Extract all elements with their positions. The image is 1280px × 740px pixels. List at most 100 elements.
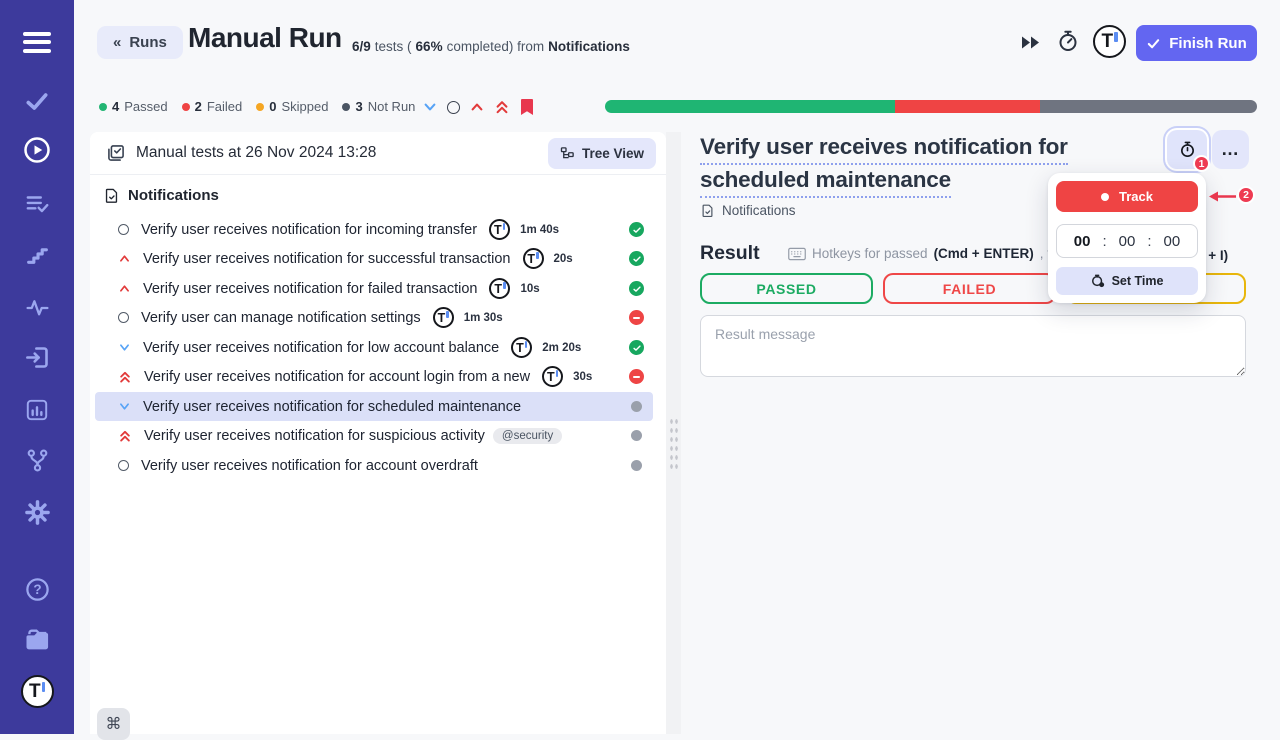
run-title: Manual tests at 26 Nov 2024 13:28 <box>136 144 376 162</box>
run-checklist-icon <box>106 143 126 163</box>
tree-icon <box>560 146 575 161</box>
test-row[interactable]: Verify user receives notification for ac… <box>95 451 653 480</box>
test-title: Verify user receives notification for fa… <box>143 281 477 297</box>
chevrons-up-icon[interactable] <box>494 99 510 115</box>
priority-low-icon <box>118 400 131 413</box>
testomat-icon <box>489 219 510 240</box>
test-title: Verify user receives notification for lo… <box>143 340 499 356</box>
folder-icon[interactable] <box>0 626 74 654</box>
test-title: Verify user receives notification for su… <box>143 251 511 267</box>
priority-low-icon <box>118 341 131 354</box>
skipped-dot <box>256 103 264 111</box>
status-notrun-icon <box>631 430 642 441</box>
run-progress-bar <box>605 100 1257 113</box>
status-passed-icon <box>629 340 644 355</box>
breadcrumb[interactable]: Notifications <box>700 203 796 218</box>
priority-filter-icons <box>422 98 535 116</box>
keyboard-icon <box>788 247 806 261</box>
status-failed-icon <box>629 310 644 325</box>
timer-popup: Track 00 : 00 : 00 Set Time <box>1048 173 1206 303</box>
status-passed-icon <box>629 222 644 237</box>
set-time-button[interactable]: Set Time <box>1056 267 1198 295</box>
test-row[interactable]: Verify user receives notification for fa… <box>95 274 653 303</box>
menu-icon[interactable] <box>0 27 74 57</box>
sign-in-icon[interactable] <box>0 344 74 371</box>
passed-dot <box>99 103 107 111</box>
seconds-value[interactable]: 00 <box>1164 233 1181 250</box>
progress-failed-segment <box>895 100 1040 113</box>
steps-icon[interactable] <box>0 243 74 268</box>
hours-value[interactable]: 00 <box>1074 233 1091 250</box>
annotation-arrow-icon <box>1208 190 1238 203</box>
stopwatch-icon[interactable] <box>1056 29 1080 53</box>
testomat-logo[interactable] <box>0 675 74 708</box>
result-message-input[interactable] <box>700 315 1246 377</box>
git-branch-icon[interactable] <box>0 447 74 474</box>
test-title: Verify user can manage notification sett… <box>141 310 421 326</box>
bar-chart-icon[interactable] <box>0 397 74 423</box>
stat-passed: 4Passed <box>99 99 168 114</box>
run-summary: 6/9 tests ( 66% completed) from Notifica… <box>352 39 630 54</box>
fast-forward-icon[interactable] <box>1021 36 1041 49</box>
test-row[interactable]: Verify user receives notification for su… <box>95 244 653 273</box>
activity-icon[interactable] <box>0 295 74 320</box>
record-dot-icon <box>1101 193 1109 201</box>
bookmark-icon[interactable] <box>519 98 535 116</box>
help-icon[interactable]: ? <box>0 576 74 603</box>
status-failed-icon <box>629 369 644 384</box>
testomat-logo[interactable] <box>1093 25 1126 58</box>
testomat-icon <box>542 366 563 387</box>
chevron-up-icon[interactable] <box>469 99 485 115</box>
testomat-icon <box>523 248 544 269</box>
result-heading: Result <box>700 242 760 265</box>
test-row-selected[interactable]: Verify user receives notification for sc… <box>95 392 653 421</box>
priority-critical-icon <box>118 429 132 443</box>
more-options-button[interactable]: … <box>1212 130 1249 169</box>
testomat-icon <box>433 307 454 328</box>
tree-view-button[interactable]: Tree View <box>548 138 656 169</box>
status-notrun-icon <box>631 460 642 471</box>
check-icon[interactable] <box>0 88 74 114</box>
gear-icon[interactable] <box>0 499 74 526</box>
suite-header[interactable]: Notifications <box>103 187 219 204</box>
test-title: Verify user receives notification for su… <box>144 428 485 444</box>
circle-icon[interactable] <box>447 101 460 114</box>
test-title: Verify user receives notification for ac… <box>141 458 478 474</box>
test-row[interactable]: Verify user receives notification for lo… <box>95 333 653 362</box>
command-hotkeys-button[interactable]: ⌘ <box>97 708 130 740</box>
document-check-icon <box>700 203 715 218</box>
test-row[interactable]: Verify user receives notification for su… <box>95 421 653 450</box>
time-input[interactable]: 00 : 00 : 00 <box>1056 224 1198 258</box>
priority-normal-icon <box>118 460 129 471</box>
status-notrun-icon <box>631 401 642 412</box>
priority-critical-icon <box>118 370 132 384</box>
play-circle-icon[interactable] <box>0 135 74 165</box>
drag-handle[interactable] <box>669 417 678 473</box>
minutes-value[interactable]: 00 <box>1119 233 1136 250</box>
chevron-down-icon[interactable] <box>422 99 438 115</box>
passed-button[interactable]: PASSED <box>700 273 873 304</box>
test-title: Verify user receives notification for in… <box>141 222 477 238</box>
track-button[interactable]: Track <box>1056 181 1198 212</box>
check-icon <box>1146 36 1161 51</box>
status-passed-icon <box>629 251 644 266</box>
test-duration: 30s <box>573 371 592 383</box>
test-row[interactable]: Verify user receives notification for in… <box>95 215 653 244</box>
status-counts: 4Passed 2Failed 0Skipped 3Not Run <box>99 99 415 114</box>
priority-normal-icon <box>118 224 129 235</box>
test-row[interactable]: Verify user receives notification for ac… <box>95 362 653 391</box>
test-row[interactable]: Verify user can manage notification sett… <box>95 303 653 332</box>
command-icon: ⌘ <box>106 716 122 733</box>
panel-resize-divider[interactable] <box>666 132 681 734</box>
finish-run-button[interactable]: Finish Run <box>1136 25 1257 61</box>
test-duration: 1m 30s <box>464 312 503 324</box>
run-header: Manual tests at 26 Nov 2024 13:28 Tree V… <box>90 132 666 175</box>
list-check-icon[interactable] <box>0 191 74 217</box>
app-sidebar: ? <box>0 0 74 734</box>
back-to-runs-button[interactable]: « Runs <box>97 26 183 59</box>
summary-ratio: 6/9 <box>352 39 371 54</box>
ellipsis-icon: … <box>1221 139 1240 160</box>
failed-button[interactable]: FAILED <box>883 273 1056 304</box>
stat-notrun: 3Not Run <box>342 99 415 114</box>
testomat-icon <box>511 337 532 358</box>
